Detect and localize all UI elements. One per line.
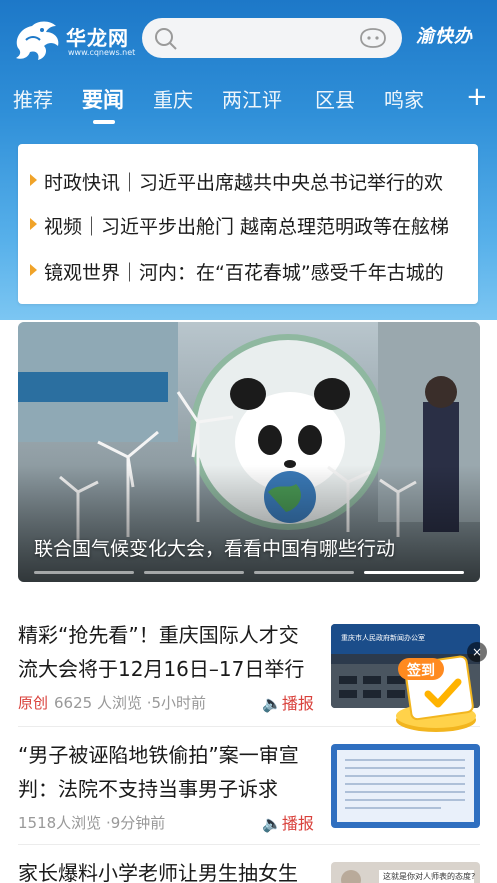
signin-widget[interactable]: 签到 [388,654,484,736]
search-bar[interactable] [142,18,402,58]
headline-row[interactable]: 时政快讯｜习近平出席越共中央总书记举行的欢 [18,162,478,198]
article-meta: 1518人浏览 ·9分钟前 [18,812,165,833]
tab-headline-news[interactable]: 要闻 [82,84,124,114]
yukuaiban-link[interactable]: 渝快办 [416,22,488,52]
thumbnail-caption: 这就是你对人师表的态度? [383,872,476,881]
active-tab-indicator [93,120,115,124]
article-stats: 1518人浏览 ·9分钟前 [18,814,166,832]
close-signin-button[interactable]: × [467,642,487,662]
channel-tabs: 推荐 要闻 重庆 两江评 区县 鸣家 + [0,80,497,124]
article-thumbnail [331,744,480,828]
headline-text: 时政快讯｜习近平出席越共中央总书记举行的欢 [44,172,444,194]
logo-url: www.cqnews.net [68,48,136,57]
signin-label: 签到 [407,663,435,679]
bullet-icon [30,174,37,186]
carousel-indicator [34,571,464,574]
original-badge: 原创 [18,694,49,712]
headline-row[interactable]: 镜观世界｜河内：在“百花春城”感受千年古城的 [18,252,478,288]
article-title: 精彩“抢先看”！重庆国际人才交流大会将于12月16日–17日举行 [18,623,305,681]
signin-coin-icon [396,655,476,732]
logo-name: 华龙网 [66,26,129,50]
speaker-icon: 🔈 [262,814,282,833]
hero-caption: 联合国气候变化大会，看看中国有哪些行动 [34,538,396,560]
article-stats: 6625 人浏览 ·5小时前 [54,694,207,712]
tab-districts[interactable]: 区县 [315,84,355,113]
broadcast-label: 播报 [281,814,314,833]
broadcast-button[interactable]: 🔈播报 [262,690,314,714]
carousel-dot[interactable] [144,571,244,574]
bullet-icon [30,218,37,230]
article-meta: 原创 6625 人浏览 ·5小时前 [18,692,206,713]
headline-text: 视频｜习近平步出舱门 越南总理范明政等在舷梯 [44,216,450,238]
article-title: 家长爆料小学老师让男生抽女生 [18,861,298,883]
divider [18,844,480,845]
tab-mingjia[interactable]: 鸣家 [384,84,424,113]
speaker-icon: 🔈 [262,694,282,713]
headline-card: 时政快讯｜习近平出席越共中央总书记举行的欢 视频｜习近平步出舱门 越南总理范明政… [18,144,478,304]
tab-liangjiangping[interactable]: 两江评 [222,84,282,113]
headline-text: 镜观世界｜河内：在“百花春城”感受千年古城的 [44,262,444,284]
carousel-dot[interactable] [254,571,354,574]
thumbnail-banner-text: 重庆市人民政府新闻办公室 [341,634,425,642]
add-channel-button[interactable]: + [466,82,488,112]
hero-carousel[interactable]: 联合国气候变化大会，看看中国有哪些行动 [18,322,480,582]
broadcast-button[interactable]: 🔈播报 [262,810,314,834]
dragon-logo-icon [16,21,59,60]
tab-chongqing[interactable]: 重庆 [153,84,193,113]
broadcast-label: 播报 [281,694,314,713]
article-thumbnail: 这就是你对人师表的态度? [331,862,480,883]
search-icon [155,28,177,50]
article-title: “男子被诬陷地铁偷拍”案一审宣判：法院不支持当事男子诉求 [18,743,299,801]
bullet-icon [30,264,37,276]
app-header: 华龙网 www.cqnews.net 渝快办 [0,0,497,78]
carousel-dot-active[interactable] [364,571,464,574]
carousel-dot[interactable] [34,571,134,574]
headline-row[interactable]: 视频｜习近平步出舱门 越南总理范明政等在舷梯 [18,206,478,242]
app-logo[interactable]: 华龙网 www.cqnews.net [12,16,136,64]
tab-recommend[interactable]: 推荐 [13,84,53,113]
voice-icon[interactable] [358,27,388,49]
